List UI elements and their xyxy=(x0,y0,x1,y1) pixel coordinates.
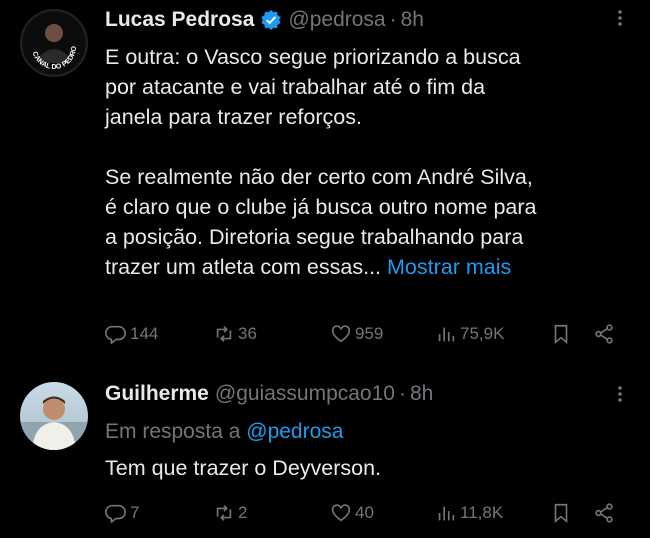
author-handle[interactable]: @pedrosa xyxy=(288,8,385,32)
avatar-lucas-pedrosa[interactable]: CANAL DO PEDROSA xyxy=(20,9,88,77)
like-icon xyxy=(331,504,351,522)
tweet-actions: 144 36 959 75,9K xyxy=(105,323,625,349)
more-icon[interactable] xyxy=(610,8,630,34)
share-icon xyxy=(595,503,613,523)
bookmark-icon xyxy=(554,503,568,524)
reply-button[interactable]: 144 xyxy=(105,323,158,345)
repost-count: 2 xyxy=(238,503,248,522)
text-line: é claro que o clube já busca outro nome … xyxy=(105,195,537,219)
reply-count: 144 xyxy=(130,324,159,343)
repost-icon xyxy=(216,505,232,521)
views-icon xyxy=(438,327,455,342)
repost-button[interactable]: 36 xyxy=(213,323,257,345)
share-icon xyxy=(595,324,613,344)
like-button[interactable]: 959 xyxy=(330,323,383,345)
separator-dot: · xyxy=(389,8,397,31)
text-line: trazer um atleta com essas... xyxy=(105,255,382,279)
bookmark-button[interactable] xyxy=(550,502,575,524)
author-name[interactable]: Guilherme xyxy=(105,382,209,406)
avatar-guilherme[interactable] xyxy=(20,382,88,450)
view-count: 75,9K xyxy=(460,324,505,343)
share-button[interactable] xyxy=(593,323,618,345)
reply-count: 7 xyxy=(130,503,140,522)
like-count: 40 xyxy=(355,503,374,522)
like-icon xyxy=(331,325,351,343)
text-line: janela para trazer reforços. xyxy=(105,105,362,129)
separator-dot: · xyxy=(398,382,406,405)
timestamp[interactable]: 8h xyxy=(401,8,424,32)
reply-icon xyxy=(105,325,126,344)
replying-to-link[interactable]: @pedrosa xyxy=(246,420,343,443)
bookmark-icon xyxy=(554,324,568,345)
tweet-actions: 7 2 40 11,8K xyxy=(105,502,625,528)
author-name[interactable]: Lucas Pedrosa xyxy=(105,8,254,32)
verified-badge-icon xyxy=(261,10,282,30)
reply-button[interactable]: 7 xyxy=(105,502,139,524)
tweet-header: Guilherme @guiassumpcao10 · 8h xyxy=(105,382,433,406)
view-count: 11,8K xyxy=(460,503,504,522)
author-handle[interactable]: @guiassumpcao10 xyxy=(215,382,395,406)
timestamp[interactable]: 8h xyxy=(410,382,433,406)
text-line: E outra: o Vasco segue priorizando a bus… xyxy=(105,45,521,69)
replying-prefix: Em resposta a xyxy=(105,420,241,443)
like-button[interactable]: 40 xyxy=(330,502,374,524)
more-icon[interactable] xyxy=(610,384,630,410)
repost-button[interactable]: 2 xyxy=(213,502,247,524)
views-button[interactable]: 75,9K xyxy=(435,323,504,345)
text-line: por atacante e vai trabalhar até o fim d… xyxy=(105,75,486,99)
repost-count: 36 xyxy=(238,324,257,343)
show-more-link[interactable]: Mostrar mais xyxy=(387,255,511,279)
views-icon xyxy=(438,506,455,521)
views-button[interactable]: 11,8K xyxy=(435,502,503,524)
text-line: a posição. Diretoria segue trabalhando p… xyxy=(105,225,524,249)
tweet-text: Tem que trazer o Deyverson. xyxy=(105,453,635,483)
text-line: Tem que trazer o Deyverson. xyxy=(105,456,382,480)
tweet-text: E outra: o Vasco segue priorizando a bus… xyxy=(105,42,635,282)
tweet-header: Lucas Pedrosa @pedrosa · 8h xyxy=(105,8,424,32)
reply-icon xyxy=(105,504,126,523)
text-line: Se realmente não der certo com André Sil… xyxy=(105,165,533,189)
bookmark-button[interactable] xyxy=(550,323,575,345)
like-count: 959 xyxy=(355,324,384,343)
share-button[interactable] xyxy=(593,502,618,524)
replying-to: Em resposta a @pedrosa xyxy=(105,420,343,444)
repost-icon xyxy=(216,326,232,342)
